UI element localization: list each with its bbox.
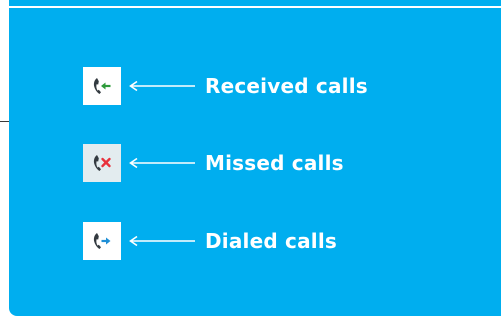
legend-row-dialed: Dialed calls <box>83 222 337 260</box>
pointer-arrow <box>129 80 195 92</box>
dialed-calls-label: Dialed calls <box>205 229 338 253</box>
missed-call-icon <box>83 144 121 182</box>
panel-top-divider <box>9 6 501 8</box>
legend-row-received: Received calls <box>83 67 368 105</box>
dialed-call-icon <box>83 222 121 260</box>
received-calls-label: Received calls <box>205 74 368 98</box>
pointer-arrow <box>129 235 195 247</box>
legend-row-missed: Missed calls <box>83 144 344 182</box>
side-divider <box>0 121 9 122</box>
pointer-arrow <box>129 157 195 169</box>
received-call-icon <box>83 67 121 105</box>
call-icons-legend: Received calls Missed calls Dialed calls <box>0 0 501 326</box>
missed-calls-label: Missed calls <box>205 151 344 175</box>
